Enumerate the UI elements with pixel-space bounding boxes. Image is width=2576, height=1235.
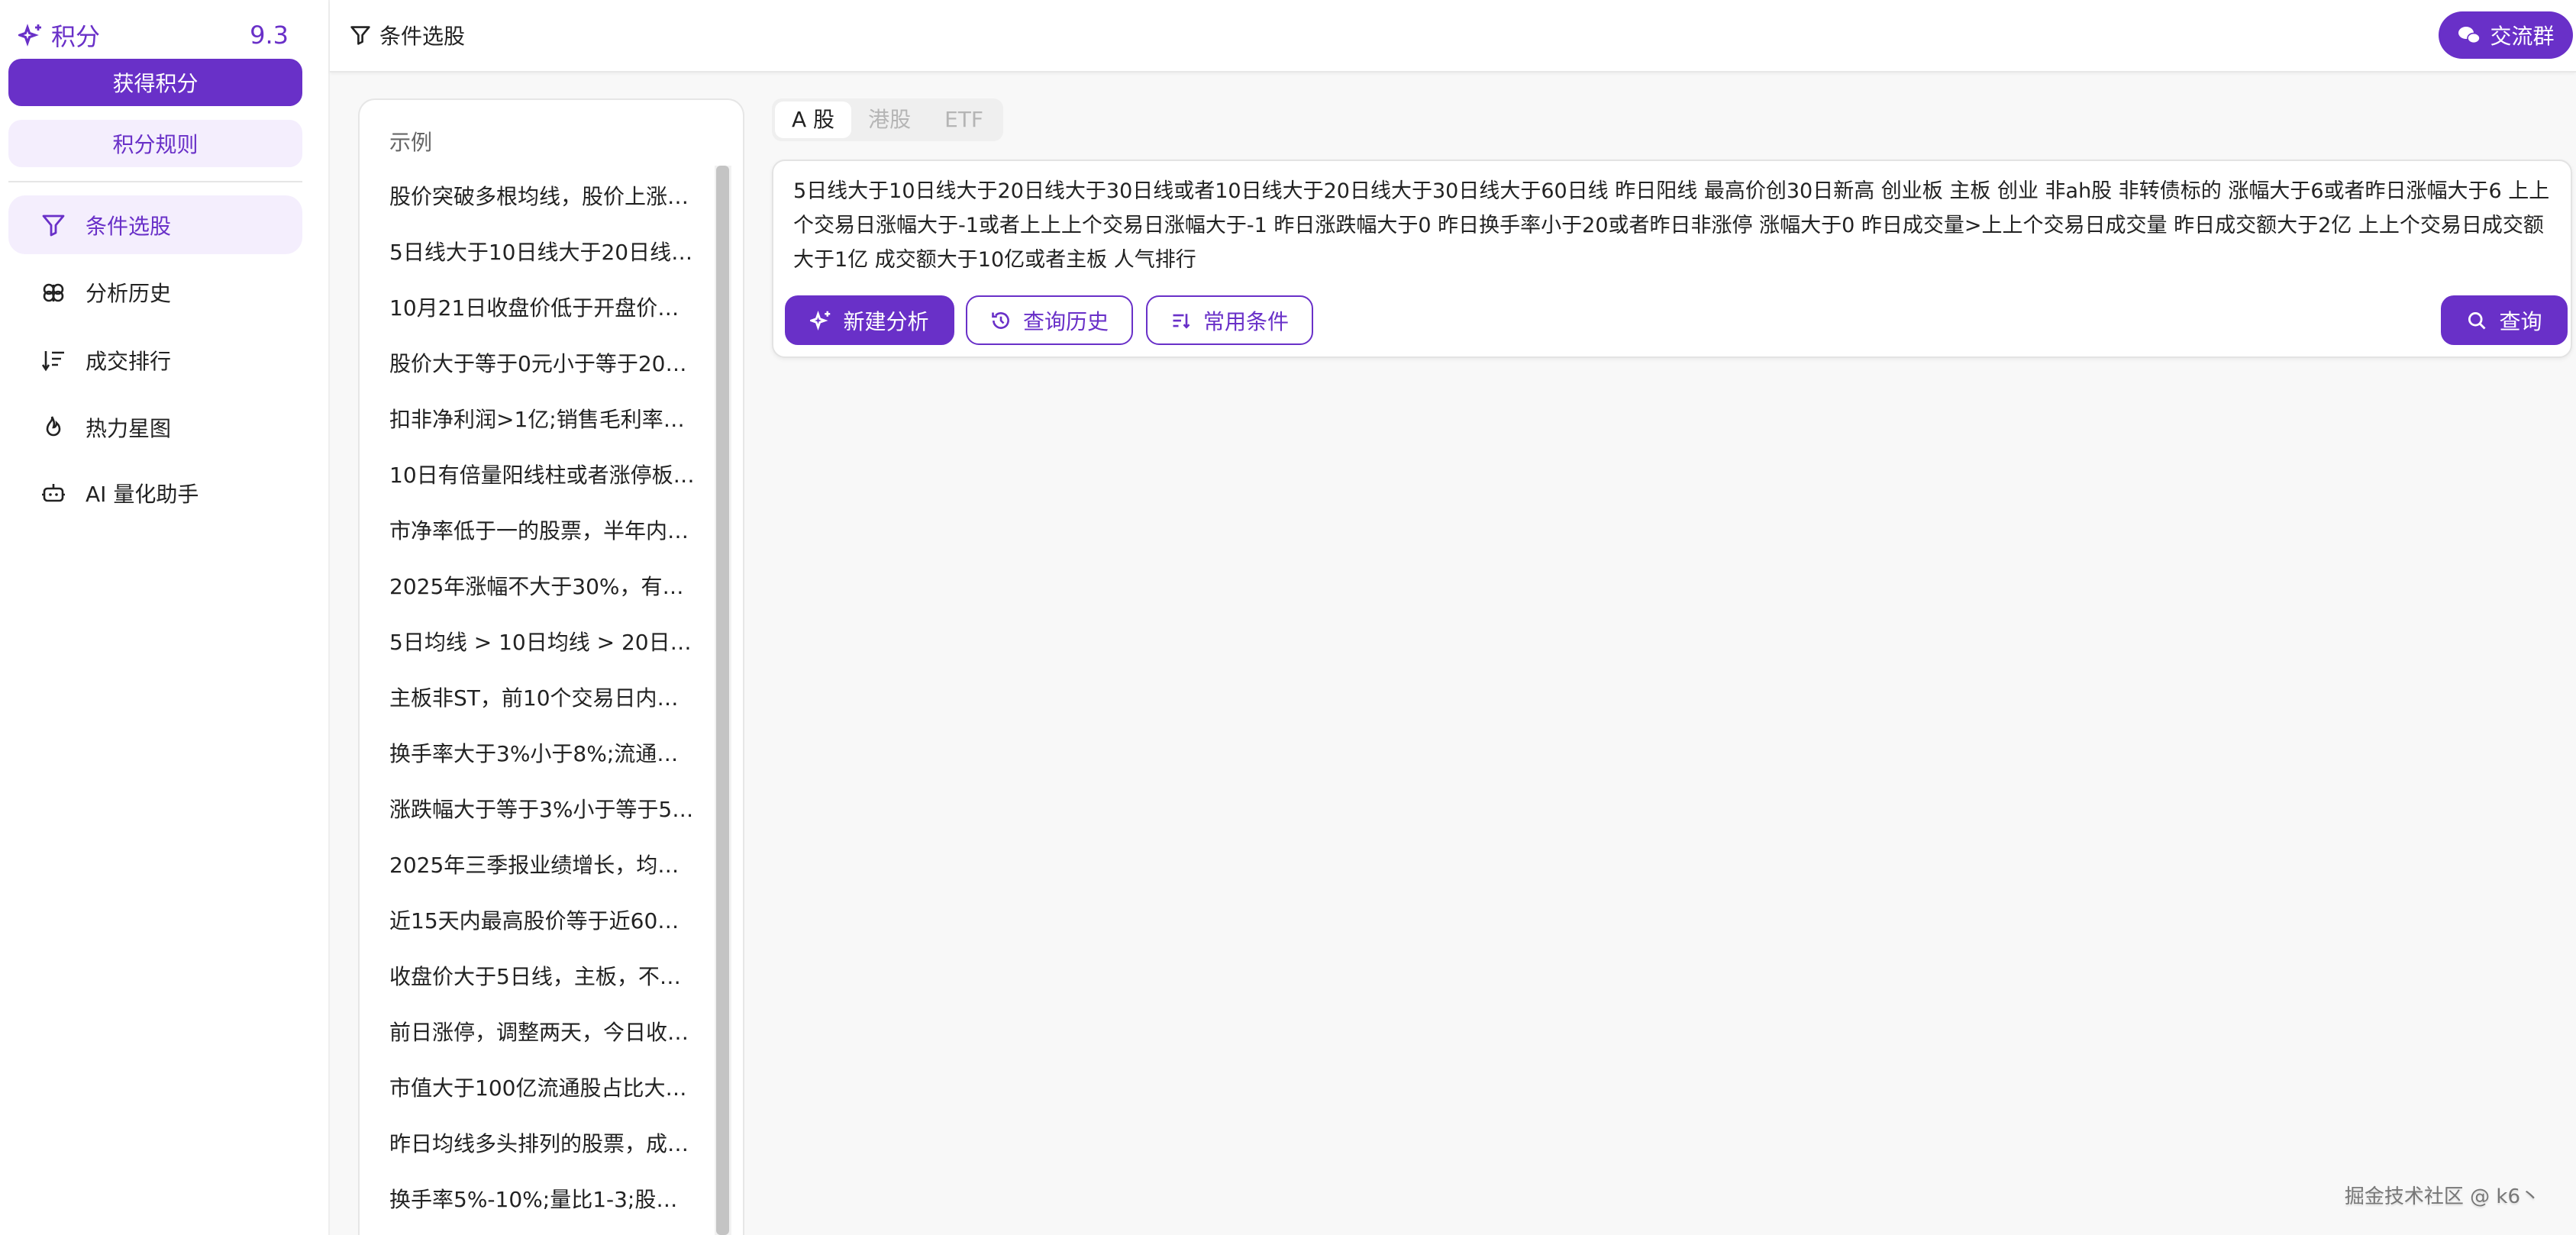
examples-title: 示例 — [389, 126, 432, 156]
example-item[interactable]: 近15天内最高股价等于近60… — [360, 893, 695, 949]
watermark: 掘金技术社区 @ k6丶 — [2345, 1181, 2540, 1209]
sidebar-item-analysis-history[interactable]: 分析历史 — [8, 263, 302, 321]
example-item[interactable]: 主板非ST，前10个交易日内… — [360, 670, 695, 726]
example-item[interactable]: 2025年三季报业绩增长，均… — [360, 837, 695, 893]
sidebar: 积分 9.3 获得积分 积分规则 条件选股 分析历史 成交排行 热力星图 AI … — [0, 0, 330, 1235]
example-item[interactable]: 扣非净利润>1亿;销售毛利率>… — [360, 392, 695, 447]
example-item[interactable]: 收盘价大于5日线，主板，不… — [360, 949, 695, 1004]
flame-icon — [41, 415, 66, 440]
search-button[interactable]: 查询 — [2441, 295, 2568, 345]
new-analysis-button[interactable]: 新建分析 — [785, 295, 954, 345]
sort-icon — [41, 348, 66, 372]
sparkles-icon — [18, 23, 43, 47]
common-conditions-button[interactable]: 常用条件 — [1146, 295, 1313, 345]
tab-etf[interactable]: ETF — [928, 102, 1000, 138]
example-item[interactable]: 换手率5%-10%;量比1-3;股价… — [360, 1172, 695, 1227]
points-header: 积分 9.3 — [18, 18, 289, 51]
sidebar-item-label: 成交排行 — [86, 345, 171, 376]
example-item[interactable]: 2025年涨幅不大于30%，有… — [360, 559, 695, 614]
search-icon — [2466, 310, 2487, 331]
examples-panel: 示例 股价突破多根均线，股价上涨…5日线大于10日线大于20日线…10月21日收… — [358, 98, 744, 1235]
divider — [8, 181, 302, 182]
example-item[interactable]: 前日涨停，调整两天，今日收… — [360, 1004, 695, 1060]
example-item[interactable]: 股价大于等于0元小于等于20… — [360, 336, 695, 392]
sidebar-item-label: 热力星图 — [86, 412, 171, 443]
query-input[interactable]: 5日线大于10日线大于20日线大于30日线或者10日线大于20日线大于30日线大… — [793, 174, 2551, 277]
examples-list: 股价突破多根均线，股价上涨…5日线大于10日线大于20日线…10月21日收盘价低… — [360, 169, 711, 1227]
top-bar: 条件选股 交流群 — [330, 0, 2576, 73]
query-history-button[interactable]: 查询历史 — [966, 295, 1133, 345]
sidebar-item-label: 分析历史 — [86, 277, 171, 308]
sidebar-item-label: 条件选股 — [86, 210, 171, 240]
points-value: 9.3 — [250, 21, 289, 50]
tab-hk-share[interactable]: 港股 — [851, 102, 928, 138]
new-analysis-label: 新建分析 — [843, 305, 928, 336]
filter-icon — [350, 24, 371, 46]
sidebar-item-heatmap[interactable]: 热力星图 — [8, 398, 302, 456]
page-title: 条件选股 — [350, 20, 465, 50]
sidebar-item-stock-filter[interactable]: 条件选股 — [8, 195, 302, 254]
points-label: 积分 — [51, 18, 100, 53]
example-item[interactable]: 市净率低于一的股票，半年内… — [360, 503, 695, 559]
example-item[interactable]: 5日均线 > 10日均线 > 20日均… — [360, 614, 695, 670]
scrollbar-thumb[interactable] — [716, 166, 729, 1235]
filter-lines-icon — [1170, 310, 1192, 331]
page-title-text: 条件选股 — [379, 20, 465, 50]
earn-points-button[interactable]: 获得积分 — [8, 59, 302, 106]
example-item[interactable]: 10日有倍量阳线柱或者涨停板… — [360, 447, 695, 503]
example-item[interactable]: 涨跌幅大于等于3%小于等于5… — [360, 782, 695, 837]
wechat-icon — [2457, 23, 2481, 47]
brain-icon — [41, 280, 66, 305]
query-history-label: 查询历史 — [1023, 305, 1109, 336]
join-group-label: 交流群 — [2490, 20, 2554, 50]
sidebar-item-ai-assistant[interactable]: AI 量化助手 — [8, 463, 302, 522]
filter-icon — [41, 213, 66, 237]
sparkles-icon — [810, 310, 831, 331]
history-icon — [990, 310, 1012, 331]
sidebar-item-trade-ranking[interactable]: 成交排行 — [8, 331, 302, 389]
example-item[interactable]: 5日线大于10日线大于20日线… — [360, 224, 695, 280]
examples-scrollbar[interactable] — [715, 166, 731, 1235]
example-item[interactable]: 10月21日收盘价低于开盘价，… — [360, 280, 695, 336]
market-tabs: A 股 港股 ETF — [772, 98, 1003, 141]
robot-icon — [41, 481, 66, 505]
common-conditions-label: 常用条件 — [1203, 305, 1289, 336]
sidebar-item-label: AI 量化助手 — [86, 478, 199, 508]
query-card: 5日线大于10日线大于20日线大于30日线或者10日线大于20日线大于30日线大… — [772, 160, 2572, 358]
example-item[interactable]: 昨日均线多头排列的股票，成… — [360, 1116, 695, 1172]
example-item[interactable]: 换手率大于3%小于8%;流通… — [360, 726, 695, 782]
example-item[interactable]: 市值大于100亿流通股占比大… — [360, 1060, 695, 1116]
search-label: 查询 — [2499, 305, 2542, 336]
example-item[interactable]: 股价突破多根均线，股价上涨… — [360, 169, 695, 224]
tab-a-share[interactable]: A 股 — [775, 102, 851, 138]
points-rules-button[interactable]: 积分规则 — [8, 120, 302, 167]
join-group-button[interactable]: 交流群 — [2439, 11, 2573, 59]
